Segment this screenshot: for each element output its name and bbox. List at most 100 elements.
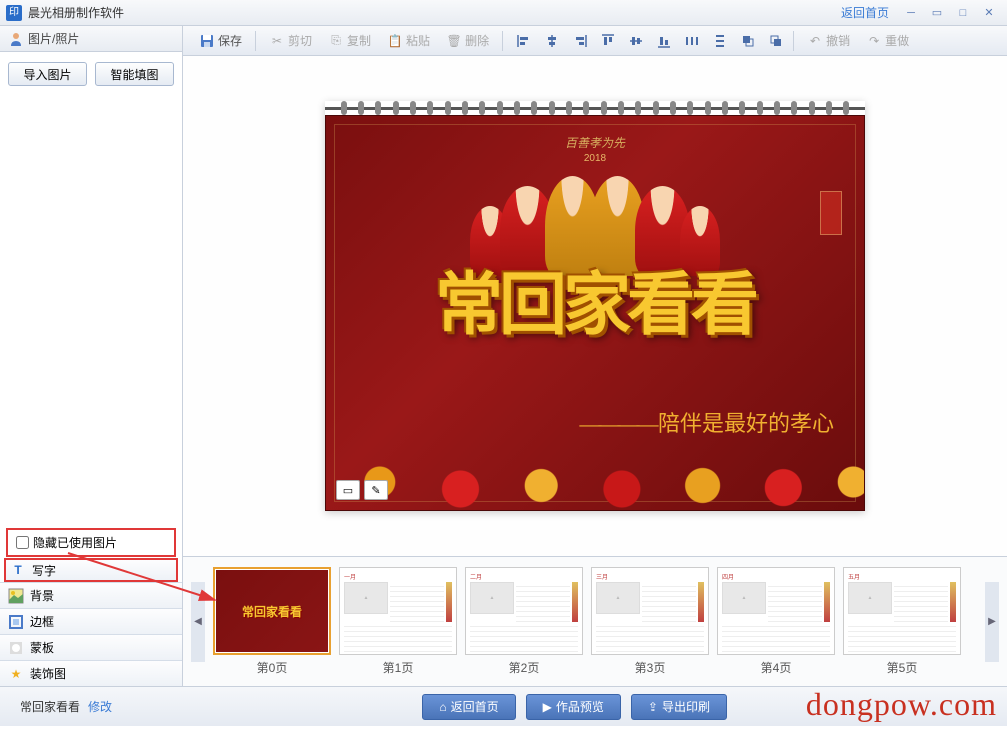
thumb-label: 第2页: [509, 659, 540, 676]
calendar-body: 百善孝为先 2018 常回家看看 陪伴是最好的孝心 ▭ ✎: [325, 115, 865, 511]
thumb-label: 第5页: [887, 659, 918, 676]
app-title: 晨光相册制作软件: [28, 4, 841, 21]
cut-button[interactable]: ✂ 剪切: [263, 29, 318, 52]
align-left-button[interactable]: [514, 31, 534, 51]
calendar-page[interactable]: 百善孝为先 2018 常回家看看 陪伴是最好的孝心 ▭ ✎: [325, 101, 865, 511]
paste-label: 粘贴: [406, 32, 430, 49]
thumb-label: 第0页: [257, 659, 288, 676]
project-edit-link[interactable]: 修改: [88, 698, 112, 715]
thumbnail-item: 三月▲ 第3页: [591, 567, 709, 676]
undo-icon: ↶: [807, 33, 823, 49]
thumbnail-page-0[interactable]: 常回家看看: [213, 567, 331, 655]
align-top-button[interactable]: [598, 31, 618, 51]
maximize-button[interactable]: □: [951, 5, 975, 21]
thumbnail-item: 二月▲ 第2页: [465, 567, 583, 676]
tab-label: 蒙板: [30, 639, 54, 656]
redo-button[interactable]: ↷ 重做: [860, 29, 915, 52]
sidebar-tab-background[interactable]: 背景: [0, 582, 182, 608]
import-image-button[interactable]: 导入图片: [8, 62, 87, 86]
thumbnail-item: 常回家看看 第0页: [213, 567, 331, 676]
project-name: 常回家看看: [20, 698, 80, 715]
copy-label: 复制: [347, 32, 371, 49]
spiral-binding: [325, 101, 865, 115]
hide-used-container: 隐藏已使用图片: [6, 528, 176, 557]
toolbar: 保存 ✂ 剪切 ⎘ 复制 📋 粘贴 🗑 删除: [183, 26, 1007, 56]
copy-button[interactable]: ⎘ 复制: [322, 29, 377, 52]
cut-label: 剪切: [288, 32, 312, 49]
thumbnail-page-3[interactable]: 三月▲: [591, 567, 709, 655]
canvas-area[interactable]: 百善孝为先 2018 常回家看看 陪伴是最好的孝心 ▭ ✎: [183, 56, 1007, 556]
preview-button[interactable]: ▶ 作品预览: [526, 694, 621, 720]
smart-fill-button[interactable]: 智能填图: [95, 62, 174, 86]
thumb-label: 第3页: [635, 659, 666, 676]
home-link[interactable]: 返回首页: [841, 4, 889, 21]
align-center-h-button[interactable]: [542, 31, 562, 51]
thumb-nav-prev[interactable]: ◀: [191, 582, 205, 662]
align-right-button[interactable]: [570, 31, 590, 51]
mask-icon: [8, 640, 24, 656]
watermark: dongpow.com: [806, 686, 997, 723]
thumbnail-strip: ◀ 常回家看看 第0页 一月▲ 第1页 二月▲: [183, 556, 1007, 686]
canvas-tool-2[interactable]: ✎: [364, 480, 388, 500]
send-backward-button[interactable]: [766, 31, 786, 51]
thumbnail-page-4[interactable]: 四月▲: [717, 567, 835, 655]
calendar-seal: [820, 191, 842, 235]
image-list-empty: [0, 96, 182, 526]
delete-icon: 🗑: [446, 33, 462, 49]
hide-used-text: 隐藏已使用图片: [33, 534, 117, 551]
align-bottom-button[interactable]: [654, 31, 674, 51]
thumb-label: 第4页: [761, 659, 792, 676]
sidebar-tab-text[interactable]: T 写字: [4, 558, 178, 582]
thumbnail-page-2[interactable]: 二月▲: [465, 567, 583, 655]
export-button[interactable]: ⇪ 导出印刷: [631, 694, 727, 720]
paste-button[interactable]: 📋 粘贴: [381, 29, 436, 52]
thumb-nav-next[interactable]: ▶: [985, 582, 999, 662]
restore-button[interactable]: ▭: [925, 5, 949, 21]
distribute-v-button[interactable]: [710, 31, 730, 51]
sidebar: 图片/照片 导入图片 智能填图 隐藏已使用图片 T 写字 背景: [0, 26, 183, 686]
thumbnail-item: 四月▲ 第4页: [717, 567, 835, 676]
sidebar-tab-mask[interactable]: 蒙板: [0, 634, 182, 660]
hide-used-label[interactable]: 隐藏已使用图片: [16, 534, 166, 551]
thumbnail-page-5[interactable]: 五月▲: [843, 567, 961, 655]
align-tools: [514, 31, 786, 51]
hide-used-checkbox[interactable]: [16, 536, 29, 549]
sidebar-tab-decoration[interactable]: ★ 装饰图: [0, 660, 182, 686]
copy-icon: ⎘: [328, 33, 344, 49]
thumbnail-item: 一月▲ 第1页: [339, 567, 457, 676]
delete-label: 删除: [465, 32, 489, 49]
home-icon: ⌂: [439, 700, 446, 714]
undo-button[interactable]: ↶ 撤销: [801, 29, 856, 52]
tab-label: 写字: [32, 562, 56, 579]
undo-label: 撤销: [826, 32, 850, 49]
background-icon: [8, 588, 24, 604]
paste-icon: 📋: [387, 33, 403, 49]
bring-forward-button[interactable]: [738, 31, 758, 51]
export-btn-label: 导出印刷: [662, 698, 710, 715]
titlebar: 印 晨光相册制作软件 返回首页 ─ ▭ □ ✕: [0, 0, 1007, 26]
calendar-flowers: [326, 440, 864, 510]
close-button[interactable]: ✕: [977, 5, 1001, 21]
redo-icon: ↷: [866, 33, 882, 49]
right-panel: 保存 ✂ 剪切 ⎘ 复制 📋 粘贴 🗑 删除: [183, 26, 1007, 686]
sidebar-header: 图片/照片: [0, 26, 182, 52]
side-tabs: T 写字 背景 边框 蒙板 ★: [0, 559, 182, 686]
canvas-tool-1[interactable]: ▭: [336, 480, 360, 500]
app-icon: 印: [6, 5, 22, 21]
thumbnail-page-1[interactable]: 一月▲: [339, 567, 457, 655]
preview-icon: ▶: [543, 700, 552, 714]
calendar-main-title: 常回家看看: [326, 271, 864, 339]
save-button[interactable]: 保存: [193, 29, 248, 52]
delete-button[interactable]: 🗑 删除: [440, 29, 495, 52]
minimize-button[interactable]: ─: [899, 5, 923, 21]
sidebar-tab-border[interactable]: 边框: [0, 608, 182, 634]
sidebar-header-label: 图片/照片: [28, 30, 79, 47]
redo-label: 重做: [885, 32, 909, 49]
align-center-v-button[interactable]: [626, 31, 646, 51]
text-icon: T: [10, 562, 26, 578]
tab-label: 边框: [30, 613, 54, 630]
canvas-tools: ▭ ✎: [336, 480, 388, 500]
distribute-h-button[interactable]: [682, 31, 702, 51]
home-button[interactable]: ⌂ 返回首页: [422, 694, 515, 720]
export-icon: ⇪: [648, 700, 658, 714]
